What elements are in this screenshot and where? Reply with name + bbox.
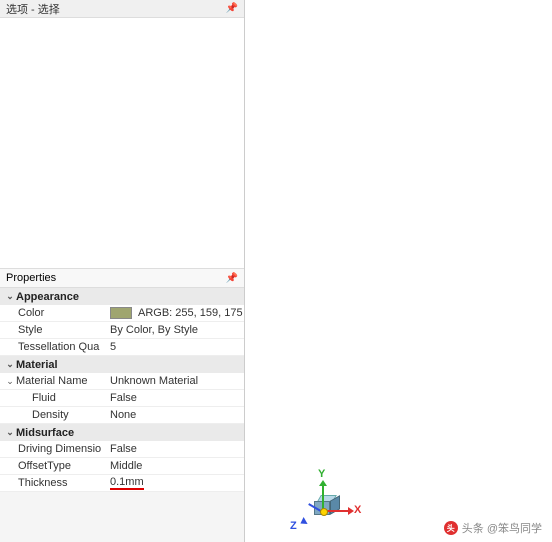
label: Color xyxy=(0,307,106,319)
label: Density xyxy=(0,409,106,421)
label: OffsetType xyxy=(0,460,106,472)
label: Tessellation Qua xyxy=(0,341,106,353)
x-axis-line xyxy=(326,510,350,512)
value[interactable]: By Color, By Style xyxy=(106,324,244,336)
group-title: Appearance xyxy=(16,291,79,303)
row-thickness[interactable]: Thickness 0.1mm xyxy=(0,475,244,492)
value[interactable]: ARGB: 255, 159, 175 xyxy=(106,307,244,319)
row-style[interactable]: Style By Color, By Style xyxy=(0,322,244,339)
label: Thickness xyxy=(0,477,106,489)
chevron-down-icon: ⌄ xyxy=(4,427,16,438)
options-header: 选项 - 选择 📌 xyxy=(0,0,244,18)
chevron-down-icon: ⌄ xyxy=(4,291,16,302)
left-panel: 选项 - 选择 📌 Properties 📌 ⌄ Appearance Colo… xyxy=(0,0,245,542)
value[interactable]: Middle xyxy=(106,460,244,472)
watermark-icon: 头 xyxy=(444,521,458,535)
row-offset[interactable]: OffsetType Middle xyxy=(0,458,244,475)
y-axis-line xyxy=(322,486,324,510)
color-text: ARGB: 255, 159, 175 xyxy=(138,307,243,319)
y-axis-arrow xyxy=(319,480,327,486)
value[interactable]: False xyxy=(106,392,244,404)
z-axis-arrow xyxy=(298,517,307,527)
x-axis-label: X xyxy=(354,504,361,516)
y-axis-label: Y xyxy=(318,468,325,480)
row-density[interactable]: Density None xyxy=(0,407,244,424)
pin-icon[interactable]: 📌 xyxy=(226,3,238,14)
value[interactable]: None xyxy=(106,409,244,421)
label: Fluid xyxy=(0,392,106,404)
chevron-down-icon: ⌄ xyxy=(4,359,16,370)
label: Style xyxy=(0,324,106,336)
z-axis-label: Z xyxy=(290,520,297,532)
origin-dot xyxy=(320,508,328,516)
chevron-down-icon: ⌄ xyxy=(4,376,16,387)
label: Driving Dimensio xyxy=(0,443,106,455)
row-material-name[interactable]: ⌄Material Name Unknown Material xyxy=(0,373,244,390)
value[interactable]: 0.1mm xyxy=(106,476,244,490)
group-midsurface[interactable]: ⌄ Midsurface xyxy=(0,424,244,441)
options-body[interactable] xyxy=(0,18,244,268)
group-appearance[interactable]: ⌄ Appearance xyxy=(0,288,244,305)
options-title: 选项 - 选择 xyxy=(6,1,60,17)
thickness-value: 0.1mm xyxy=(110,476,144,490)
color-swatch xyxy=(110,307,132,319)
row-driving[interactable]: Driving Dimensio False xyxy=(0,441,244,458)
viewport-3d[interactable]: Y X Z 头 头条 @笨鸟同学 xyxy=(245,0,552,542)
row-fluid[interactable]: Fluid False xyxy=(0,390,244,407)
value[interactable]: 5 xyxy=(106,341,244,353)
properties-title: Properties xyxy=(6,272,56,284)
properties-header: Properties 📌 xyxy=(0,268,244,288)
group-title: Material xyxy=(16,359,58,371)
group-material[interactable]: ⌄ Material xyxy=(0,356,244,373)
axis-triad[interactable]: Y X Z xyxy=(290,468,360,538)
pin-icon[interactable]: 📌 xyxy=(226,273,238,284)
value[interactable]: False xyxy=(106,443,244,455)
label: ⌄Material Name xyxy=(0,375,106,387)
row-color[interactable]: Color ARGB: 255, 159, 175 xyxy=(0,305,244,322)
properties-body: ⌄ Appearance Color ARGB: 255, 159, 175 S… xyxy=(0,288,244,542)
watermark: 头 头条 @笨鸟同学 xyxy=(444,520,542,536)
value[interactable]: Unknown Material xyxy=(106,375,244,387)
watermark-text: 头条 @笨鸟同学 xyxy=(462,520,542,536)
row-tessellation[interactable]: Tessellation Qua 5 xyxy=(0,339,244,356)
group-title: Midsurface xyxy=(16,427,74,439)
